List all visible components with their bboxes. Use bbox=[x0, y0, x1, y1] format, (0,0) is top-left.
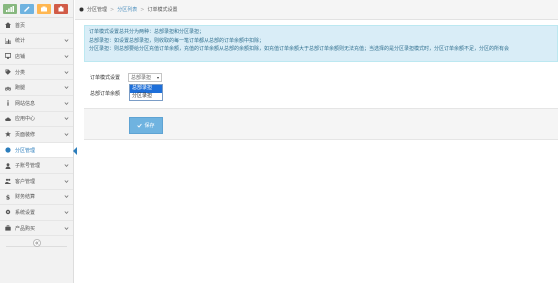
order-mode-select[interactable]: 总部录担 bbox=[128, 73, 162, 82]
sidebar-item-errand[interactable]: 跑腿 bbox=[0, 80, 73, 96]
circle-icon bbox=[4, 147, 11, 154]
chevron-down-icon bbox=[64, 133, 69, 136]
sidebar-item-shop[interactable]: 店铺 bbox=[0, 49, 73, 65]
check-icon bbox=[137, 123, 143, 128]
chevron-down-icon bbox=[64, 179, 69, 183]
sidebar-item-label: 财务结算 bbox=[15, 194, 36, 201]
breadcrumb-item-current: 订单模式设置 bbox=[147, 7, 178, 13]
sidebar-item-finance[interactable]: $ 财务结算 bbox=[0, 190, 73, 206]
group-icon bbox=[41, 6, 47, 12]
chart-icon bbox=[4, 37, 11, 44]
sidebar-item-label: 页面装修 bbox=[15, 131, 36, 138]
order-mode-dropdown: 总部录担 分区录担 bbox=[129, 84, 163, 101]
sidebar: 首页 统计 店铺 分类 跑腿 网站信息 应用中心 页面装修 分区管理 子账号管理… bbox=[0, 0, 77, 283]
save-button[interactable]: 保存 bbox=[129, 117, 163, 134]
sidebar-item-label: 客户管理 bbox=[15, 178, 36, 185]
sidebar-item-stats[interactable]: 统计 bbox=[0, 34, 73, 50]
sidebar-item-customers[interactable]: 客户管理 bbox=[0, 174, 73, 190]
sidebar-item-label: 分类 bbox=[15, 69, 26, 76]
gear-icon bbox=[4, 209, 11, 216]
sidebar-item-label: 首页 bbox=[15, 22, 26, 29]
breadcrumb-home-icon bbox=[79, 7, 84, 12]
shortcut-pencil-button[interactable] bbox=[20, 4, 34, 14]
cogs-icon bbox=[58, 6, 64, 12]
sidebar-item-label: 产品购买 bbox=[15, 225, 36, 232]
sidebar-item-label: 应用中心 bbox=[15, 116, 36, 123]
sidebar-item-label: 统计 bbox=[15, 38, 26, 45]
star-icon bbox=[4, 131, 11, 138]
sidebar-item-settings[interactable]: 系统设置 bbox=[0, 205, 73, 221]
app-layout: 首页 统计 店铺 分类 跑腿 网站信息 应用中心 页面装修 分区管理 子账号管理… bbox=[0, 0, 558, 283]
chevron-down-icon bbox=[64, 117, 69, 121]
users-icon bbox=[4, 178, 11, 185]
home-icon bbox=[4, 22, 11, 29]
breadcrumb-item-zone[interactable]: 分区管理 bbox=[87, 6, 107, 13]
hq-balance-label: 总部订单余额 bbox=[90, 91, 121, 97]
sidebar-item-label: 系统设置 bbox=[15, 209, 36, 216]
order-mode-row: 订单模式设置 总部录担 bbox=[90, 73, 162, 82]
chevron-down-icon bbox=[64, 164, 69, 168]
sidebar-item-home[interactable]: 首页 bbox=[0, 18, 73, 34]
sidebar-item-app-center[interactable]: 应用中心 bbox=[0, 112, 73, 128]
chevron-down-icon bbox=[64, 39, 69, 43]
svg-text:$: $ bbox=[5, 194, 9, 200]
chevron-down-icon bbox=[64, 70, 69, 74]
double-chevron-left-icon bbox=[34, 241, 39, 245]
order-mode-value: 总部录担 bbox=[131, 75, 152, 81]
balance-row: 总部订单余额 bbox=[90, 90, 128, 97]
breadcrumb-separator: > bbox=[110, 6, 115, 13]
shortcut-signal-button[interactable] bbox=[3, 4, 17, 14]
sidebar-item-page-decor[interactable]: 页面装修 bbox=[0, 127, 73, 143]
dropdown-option-zone[interactable]: 分区录担 bbox=[130, 93, 162, 101]
bicycle-icon bbox=[4, 84, 11, 91]
info-icon bbox=[4, 100, 11, 107]
sidebar-item-zone-manage[interactable]: 分区管理 bbox=[0, 142, 77, 159]
save-button-label: 保存 bbox=[144, 123, 155, 129]
chevron-down-icon bbox=[64, 195, 69, 199]
sidebar-item-label: 分区管理 bbox=[15, 147, 36, 154]
info-line: 分区录担：则总部要给分区充值订单余额，充值的订单余额从总部的余额扣除，如充值订单… bbox=[89, 46, 510, 53]
tag-icon bbox=[4, 69, 11, 76]
shortcut-group-button[interactable] bbox=[37, 4, 51, 14]
cloud-icon bbox=[4, 115, 11, 122]
breadcrumb-separator: > bbox=[140, 6, 145, 13]
info-line: 订单模式设置总共分为两种：总部录担和分区录担； bbox=[89, 29, 205, 35]
sidebar-item-category[interactable]: 分类 bbox=[0, 65, 73, 81]
chevron-down-icon bbox=[64, 211, 69, 214]
sidebar-item-label: 子账号管理 bbox=[15, 163, 41, 170]
briefcase-icon bbox=[4, 225, 11, 232]
signal-icon bbox=[6, 6, 14, 12]
breadcrumb-item-zone-list[interactable]: 分区列表 bbox=[117, 6, 137, 13]
shortcut-cogs-button[interactable] bbox=[54, 4, 68, 14]
chevron-down-icon bbox=[64, 55, 69, 58]
dropdown-option-hq[interactable]: 总部录担 bbox=[130, 85, 162, 93]
form-actions: 保存 bbox=[84, 108, 558, 140]
pencil-icon bbox=[24, 6, 30, 12]
user-icon bbox=[4, 162, 11, 169]
sidebar-item-subaccount[interactable]: 子账号管理 bbox=[0, 158, 73, 174]
sidebar-menu: 首页 统计 店铺 分类 跑腿 网站信息 应用中心 页面装修 分区管理 子账号管理… bbox=[0, 17, 77, 237]
chevron-down-icon bbox=[64, 86, 69, 90]
chevron-down-icon bbox=[64, 101, 69, 105]
caret-down-icon bbox=[157, 77, 159, 79]
sidebar-item-purchase[interactable]: 产品购买 bbox=[0, 221, 73, 237]
sidebar-item-label: 跑腿 bbox=[15, 85, 26, 92]
dollar-icon: $ bbox=[4, 193, 11, 200]
monitor-icon bbox=[4, 53, 11, 60]
sidebar-item-label: 店铺 bbox=[15, 53, 26, 60]
sidebar-collapse-row bbox=[0, 239, 73, 249]
sidebar-item-site-info[interactable]: 网站信息 bbox=[0, 96, 73, 112]
info-line: 总部录担：如设置总部录担，则收取的每一笔订单都从总部的订单余额中扣除； bbox=[89, 37, 265, 44]
order-mode-label: 订单模式设置 bbox=[90, 75, 121, 81]
chevron-down-icon bbox=[64, 226, 69, 230]
sidebar-shortcuts bbox=[0, 0, 73, 17]
breadcrumb: 分区管理 > 分区列表 > 订单模式设置 bbox=[75, 0, 558, 20]
sidebar-item-label: 网站信息 bbox=[15, 100, 36, 107]
main-content: 分区管理 > 分区列表 > 订单模式设置 订单模式设置总共分为两种：总部录担和分… bbox=[75, 0, 558, 283]
info-alert: 订单模式设置总共分为两种：总部录担和分区录担； 总部录担：如设置总部录担，则收取… bbox=[84, 25, 558, 62]
sidebar-collapse-button[interactable] bbox=[32, 239, 41, 248]
